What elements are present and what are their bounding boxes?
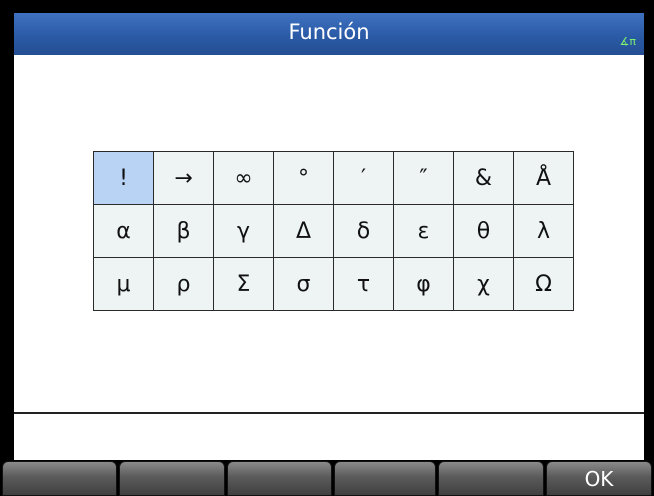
char-cell[interactable]: & <box>453 151 514 205</box>
softkey-2[interactable] <box>119 461 225 496</box>
char-cell[interactable]: Σ <box>213 257 274 311</box>
softkey-1[interactable] <box>2 461 117 496</box>
char-cell[interactable]: Δ <box>273 204 334 258</box>
char-cell[interactable]: ε <box>393 204 454 258</box>
char-cell[interactable]: β <box>153 204 214 258</box>
softkey-5[interactable] <box>438 461 544 496</box>
char-cell[interactable]: θ <box>453 204 514 258</box>
grid-row: α β γ Δ δ ε θ λ <box>93 204 574 258</box>
title-bar: Función ∡π <box>14 13 644 56</box>
char-cell[interactable]: ∞ <box>213 151 274 205</box>
grid-row: μ ρ Σ σ τ φ χ Ω <box>93 257 574 311</box>
char-cell[interactable]: ! <box>93 151 154 205</box>
ok-button[interactable]: OK <box>546 461 652 496</box>
char-cell[interactable]: δ <box>333 204 394 258</box>
char-cell[interactable]: φ <box>393 257 454 311</box>
char-cell[interactable]: χ <box>453 257 514 311</box>
char-cell[interactable]: Ω <box>513 257 574 311</box>
char-cell[interactable]: Å <box>513 151 574 205</box>
menu-divider <box>14 412 644 414</box>
char-cell[interactable]: σ <box>273 257 334 311</box>
char-cell[interactable]: γ <box>213 204 274 258</box>
softkey-4[interactable] <box>334 461 436 496</box>
char-cell[interactable]: λ <box>513 204 574 258</box>
calculator-screen: Función ∡π ! → ∞ ° ′ ″ & Å α β γ Δ δ ε θ… <box>0 0 654 496</box>
char-cell[interactable]: ″ <box>393 151 454 205</box>
char-cell[interactable]: τ <box>333 257 394 311</box>
char-cell[interactable]: μ <box>93 257 154 311</box>
char-cell[interactable]: → <box>153 151 214 205</box>
char-cell[interactable]: ρ <box>153 257 214 311</box>
character-grid: ! → ∞ ° ′ ″ & Å α β γ Δ δ ε θ λ μ ρ Σ σ … <box>93 151 574 311</box>
dialog-title: Función <box>288 20 370 44</box>
softkey-3[interactable] <box>227 461 332 496</box>
char-cell[interactable]: ′ <box>333 151 394 205</box>
char-cell[interactable]: α <box>93 204 154 258</box>
angle-mode-indicator: ∡π <box>619 35 636 48</box>
char-cell[interactable]: ° <box>273 151 334 205</box>
grid-row: ! → ∞ ° ′ ″ & Å <box>93 151 574 205</box>
